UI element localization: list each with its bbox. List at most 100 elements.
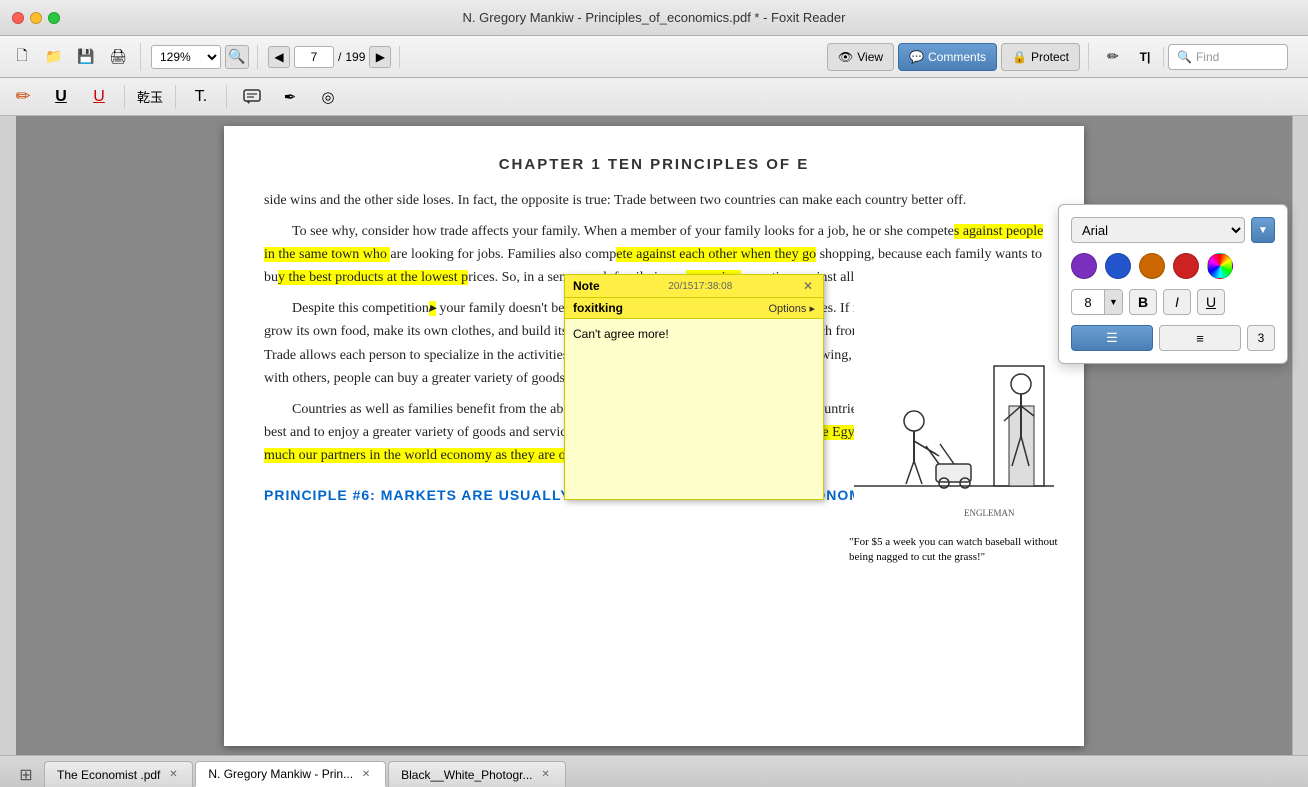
- color-row: [1071, 253, 1275, 279]
- underline-tool-1[interactable]: U: [46, 83, 76, 111]
- tab-economist-close[interactable]: ✕: [166, 768, 180, 782]
- right-tools-group: ✏ T| 🔍 Find: [1099, 43, 1296, 71]
- tab-mankiw[interactable]: N. Gregory Mankiw - Prin... ✕: [195, 761, 386, 787]
- tab-photo-label: Black__White_Photogr...: [401, 768, 532, 782]
- comment-tool[interactable]: [237, 83, 267, 111]
- illustration-area: ENGLEMAN "For $5 a week you can watch ba…: [849, 266, 1059, 566]
- page-next-button[interactable]: ▶: [369, 46, 391, 68]
- chinese-chars-btn[interactable]: 乾玉: [135, 83, 165, 111]
- underline-tool-2[interactable]: U: [84, 83, 114, 111]
- note-close-button[interactable]: ✕: [801, 279, 815, 293]
- size-style-row: ▼ B I U: [1071, 289, 1275, 315]
- find-box: 🔍 Find: [1168, 44, 1288, 70]
- page-total: 199: [345, 50, 365, 64]
- print-icon[interactable]: 🖨: [104, 43, 132, 71]
- chapter-header: CHAPTER 1 TEN PRINCIPLES OF E: [264, 156, 1044, 173]
- align-left-button[interactable]: ☰: [1071, 325, 1153, 351]
- font-panel: Arial ▼ ▼ B I U ☰ ≡ 3: [1058, 204, 1288, 364]
- font-name-row: Arial ▼: [1071, 217, 1275, 243]
- comments-button[interactable]: 💬 Comments: [898, 43, 997, 71]
- eraser-tool[interactable]: ◎: [313, 83, 343, 111]
- zoom-icon[interactable]: 🔍: [225, 45, 249, 69]
- view-comments-protect-group: 👁 View 💬 Comments 🔒 Protect: [827, 43, 1089, 71]
- page-separator: /: [338, 50, 341, 64]
- font-size-dropdown[interactable]: ▼: [1104, 289, 1122, 315]
- font-size-input[interactable]: [1072, 295, 1104, 310]
- pencil-tool[interactable]: ✏: [8, 83, 38, 111]
- paragraph-1: side wins and the other side loses. In f…: [264, 189, 1044, 212]
- titlebar: N. Gregory Mankiw - Principles_of_econom…: [0, 0, 1308, 36]
- comment-icon: [243, 89, 261, 105]
- illustration-svg: ENGLEMAN: [854, 266, 1054, 526]
- color-red[interactable]: [1173, 253, 1199, 279]
- close-button[interactable]: [12, 12, 24, 24]
- align-row: ☰ ≡ 3: [1071, 325, 1275, 351]
- view-button[interactable]: 👁 View: [827, 43, 894, 71]
- new-icon[interactable]: 🗋: [8, 43, 36, 71]
- note-body-extra: [565, 399, 823, 499]
- search-icon: 🔍: [1177, 50, 1192, 64]
- color-blue[interactable]: [1105, 253, 1131, 279]
- tab-bar: ⊞ The Economist .pdf ✕ N. Gregory Mankiw…: [0, 755, 1308, 787]
- maximize-button[interactable]: [48, 12, 60, 24]
- align-center-button[interactable]: ≡: [1159, 325, 1241, 351]
- note-options-button[interactable]: Options ▸: [769, 302, 816, 315]
- bold-button[interactable]: B: [1129, 289, 1157, 315]
- minimize-button[interactable]: [30, 12, 42, 24]
- tab-bar-left: ⊞: [8, 763, 44, 787]
- traffic-lights: [12, 12, 60, 24]
- tab-mankiw-close[interactable]: ✕: [359, 767, 373, 781]
- tab-photo-close[interactable]: ✕: [539, 768, 553, 782]
- font-dropdown-button[interactable]: ▼: [1251, 217, 1275, 243]
- separator-1: [124, 85, 125, 109]
- save-icon[interactable]: 💾: [72, 43, 100, 71]
- caption: "For $5 a week you can watch baseball wi…: [849, 535, 1059, 566]
- separator-2: [175, 85, 176, 109]
- window-title: N. Gregory Mankiw - Principles_of_econom…: [463, 10, 846, 25]
- svg-text:ENGLEMAN: ENGLEMAN: [964, 508, 1015, 518]
- separator: [1163, 47, 1164, 67]
- note-popup: Note 20/1517:38:08 ✕ foxitking Options ▸…: [564, 274, 824, 500]
- tab-economist-label: The Economist .pdf: [57, 768, 160, 782]
- font-select[interactable]: Arial: [1071, 217, 1245, 243]
- zoom-group: 129% 🔍: [151, 45, 258, 69]
- separator-3: [226, 85, 227, 109]
- find-placeholder: Find: [1196, 50, 1219, 64]
- pen-icon[interactable]: ✏: [1099, 43, 1127, 71]
- tab-mankiw-label: N. Gregory Mankiw - Prin...: [208, 767, 353, 781]
- pdf-page: CHAPTER 1 TEN PRINCIPLES OF E side wins …: [224, 126, 1084, 746]
- annotation-toolbar: ✏ U U 乾玉 T. ✒ ◎: [0, 78, 1308, 116]
- zoom-select[interactable]: 129%: [151, 45, 221, 69]
- underline-button[interactable]: U: [1197, 289, 1225, 315]
- open-icon[interactable]: 📁: [40, 43, 68, 71]
- file-icons-group: 🗋 📁 💾 🖨: [8, 43, 141, 71]
- tab-photo[interactable]: Black__White_Photogr... ✕: [388, 761, 565, 787]
- eye-icon: 👁: [838, 50, 853, 64]
- text-cursor-icon[interactable]: T|: [1131, 43, 1159, 71]
- note-timestamp: 20/1517:38:08: [668, 281, 732, 292]
- font-size-input-group: ▼: [1071, 289, 1123, 315]
- protect-button[interactable]: 🔒 Protect: [1001, 43, 1080, 71]
- color-wheel[interactable]: [1207, 253, 1233, 279]
- page-nav-group: ◀ / 199 ▶: [268, 46, 400, 68]
- page-prev-button[interactable]: ◀: [268, 46, 290, 68]
- text-tool[interactable]: T.: [186, 83, 216, 111]
- left-panel: [0, 116, 16, 755]
- new-window-button[interactable]: ⊞: [14, 763, 38, 787]
- lock-icon: 🔒: [1012, 50, 1027, 64]
- color-purple[interactable]: [1071, 253, 1097, 279]
- main-content: CHAPTER 1 TEN PRINCIPLES OF E side wins …: [0, 116, 1308, 755]
- color-orange[interactable]: [1139, 253, 1165, 279]
- main-toolbar: 🗋 📁 💾 🖨 129% 🔍 ◀ / 199 ▶ 👁 View 💬 Commen…: [0, 36, 1308, 78]
- note-user: foxitking: [573, 301, 623, 315]
- note-body[interactable]: Can't agree more!: [565, 319, 823, 399]
- indent-value: 3: [1247, 325, 1275, 351]
- comments-icon: 💬: [909, 50, 924, 64]
- titlebar-left: [12, 12, 60, 24]
- italic-button[interactable]: I: [1163, 289, 1191, 315]
- page-input[interactable]: [294, 46, 334, 68]
- right-scrollbar[interactable]: [1292, 116, 1308, 755]
- marker-tool[interactable]: ✒: [275, 83, 305, 111]
- note-header: Note 20/1517:38:08 ✕: [565, 275, 823, 298]
- tab-economist[interactable]: The Economist .pdf ✕: [44, 761, 193, 787]
